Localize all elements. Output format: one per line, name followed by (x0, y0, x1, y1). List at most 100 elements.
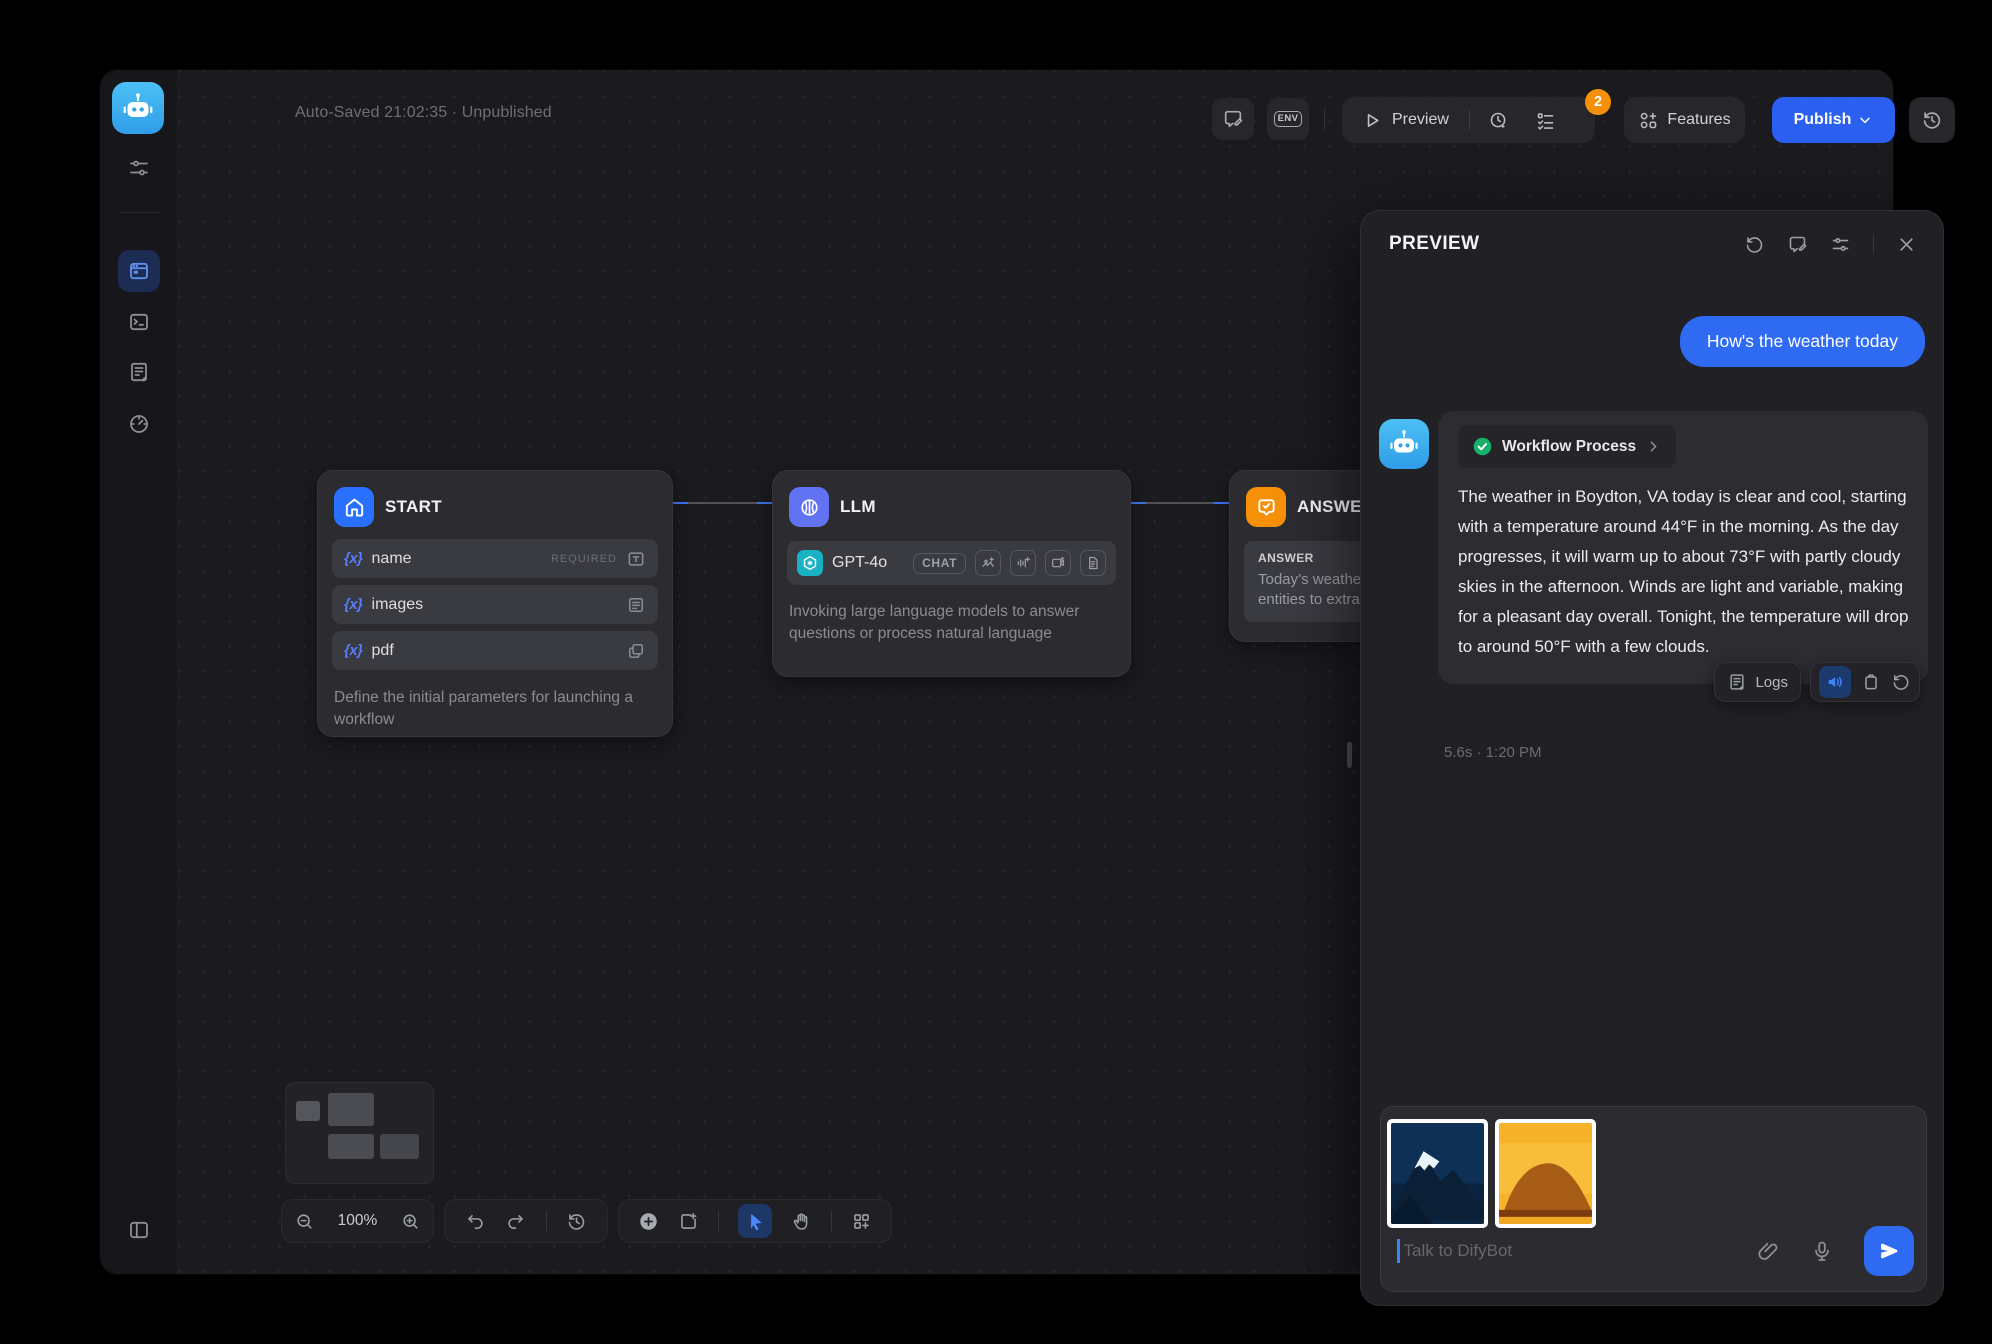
node-start-title: START (385, 497, 442, 517)
version-history-button[interactable] (1909, 97, 1955, 143)
sidebar-item-api[interactable] (127, 310, 151, 334)
logs-button[interactable]: Logs (1714, 662, 1801, 702)
document-capability-icon (1080, 550, 1106, 576)
annotation-button[interactable] (1212, 98, 1254, 140)
node-start-header: START (318, 471, 672, 539)
node-llm-header: LLM (773, 471, 1130, 539)
sidebar-item-logs[interactable] (127, 360, 151, 384)
robot-icon (120, 90, 156, 126)
message-actions (1810, 662, 1920, 702)
model-name: GPT-4o (832, 554, 887, 572)
chat-input-box (1380, 1106, 1927, 1292)
checklist-button[interactable] (1535, 110, 1556, 131)
preview-title: PREVIEW (1389, 233, 1479, 255)
annotation-icon[interactable] (1787, 234, 1808, 255)
undo-icon[interactable] (465, 1211, 486, 1232)
speak-button[interactable] (1819, 666, 1851, 698)
node-start-description: Define the initial parameters for launch… (318, 677, 672, 737)
checklist-badge: 2 (1585, 89, 1611, 115)
answer-icon (1246, 487, 1286, 527)
app-avatar[interactable] (112, 82, 164, 134)
user-message-bubble: How's the weather today (1680, 316, 1925, 367)
preview-run-button[interactable]: Preview (1342, 110, 1449, 131)
canvas-tools (618, 1199, 892, 1243)
publish-button[interactable]: Publish (1772, 97, 1895, 143)
regenerate-icon[interactable] (1891, 672, 1911, 692)
run-group: Preview 2 (1342, 97, 1595, 143)
video-capability-icon (1045, 550, 1071, 576)
zoom-in-icon[interactable] (400, 1211, 421, 1232)
chat-input-row (1397, 1225, 1914, 1277)
home-icon (334, 487, 374, 527)
bot-message-text: The weather in Boydton, VA today is clea… (1458, 482, 1910, 662)
message-meta: 5.6s · 1:20 PM (1444, 744, 1542, 761)
app-sidebar (100, 70, 178, 1274)
panel-resize-handle[interactable] (1347, 742, 1352, 768)
edge-llm-answer (1131, 502, 1229, 504)
group-divider (1469, 110, 1470, 130)
zoom-level[interactable]: 100% (334, 1212, 382, 1230)
llm-model-row[interactable]: GPT-4o CHAT (787, 541, 1116, 585)
restart-conversation-icon[interactable] (1744, 234, 1765, 255)
speaker-icon (1825, 672, 1845, 692)
settings-sliders-icon[interactable] (1830, 234, 1851, 255)
workflow-process-toggle[interactable]: Workflow Process (1458, 425, 1676, 468)
attach-file-icon[interactable] (1756, 1239, 1780, 1263)
edge-start-llm (673, 502, 772, 504)
bot-message-row: Workflow Process The weather in Boydton,… (1379, 411, 1926, 684)
clock-play-icon (1488, 110, 1509, 131)
collapse-sidebar-icon[interactable] (127, 1218, 151, 1242)
copy-icon[interactable] (1861, 672, 1881, 692)
features-button[interactable]: Features (1624, 97, 1745, 143)
features-label: Features (1667, 111, 1730, 129)
start-field-images: {x} images (332, 585, 658, 624)
node-llm-description: Invoking large language models to answer… (773, 591, 1130, 660)
preview-panel: PREVIEW How's the weather today Workflow… (1360, 210, 1944, 1306)
canvas-minimap[interactable] (285, 1082, 434, 1184)
attached-image-blue-mountain[interactable] (1387, 1119, 1488, 1228)
success-check-icon (1472, 436, 1493, 457)
redo-icon[interactable] (505, 1211, 526, 1232)
publish-label: Publish (1794, 111, 1852, 129)
llm-icon (789, 487, 829, 527)
close-icon[interactable] (1896, 234, 1917, 255)
node-llm[interactable]: LLM GPT-4o CHAT (772, 470, 1131, 677)
node-start[interactable]: START {x} name REQUIRED {x} images {x} p… (317, 470, 673, 737)
send-button[interactable] (1864, 1226, 1914, 1276)
logs-label: Logs (1755, 674, 1788, 691)
history-icon (1921, 109, 1943, 131)
hand-tool-icon[interactable] (791, 1211, 812, 1232)
dify-workflow-app: Auto-Saved 21:02:35 · Unpublished ENV Pr… (0, 0, 1992, 1344)
undo-redo-controls (444, 1199, 608, 1243)
send-icon (1877, 1239, 1901, 1263)
text-input-icon (626, 549, 646, 569)
organize-blocks-icon[interactable] (851, 1211, 872, 1232)
variable-icon: {x} (344, 642, 363, 659)
start-field-name: {x} name REQUIRED (332, 539, 658, 578)
env-button[interactable]: ENV (1267, 98, 1309, 140)
change-history-icon[interactable] (566, 1211, 587, 1232)
audio-capability-icon (1010, 550, 1036, 576)
sidebar-item-orchestrate[interactable] (118, 250, 160, 292)
variable-icon: {x} (344, 596, 363, 613)
pointer-tool[interactable] (738, 1204, 772, 1238)
bot-message-card: Workflow Process The weather in Boydton,… (1438, 411, 1928, 684)
sidebar-item-monitoring[interactable] (127, 412, 151, 436)
add-node-icon[interactable] (638, 1211, 659, 1232)
run-history-button[interactable] (1488, 110, 1509, 131)
chevron-right-icon (1645, 438, 1662, 455)
header-divider (1873, 235, 1874, 253)
zoom-controls: 100% (281, 1199, 434, 1243)
cursor-icon (745, 1211, 766, 1232)
add-note-icon[interactable] (678, 1211, 699, 1232)
node-llm-title: LLM (840, 497, 876, 517)
env-icon: ENV (1274, 111, 1303, 127)
microphone-icon[interactable] (1810, 1239, 1834, 1263)
chat-input[interactable] (1404, 1241, 1757, 1261)
chat-edit-icon (1222, 108, 1244, 130)
attached-image-orange-mountain[interactable] (1495, 1119, 1596, 1228)
zoom-out-icon[interactable] (294, 1211, 315, 1232)
bot-avatar (1379, 419, 1429, 469)
app-settings-icon[interactable] (127, 156, 151, 180)
autosave-status: Auto-Saved 21:02:35 · Unpublished (295, 104, 552, 122)
